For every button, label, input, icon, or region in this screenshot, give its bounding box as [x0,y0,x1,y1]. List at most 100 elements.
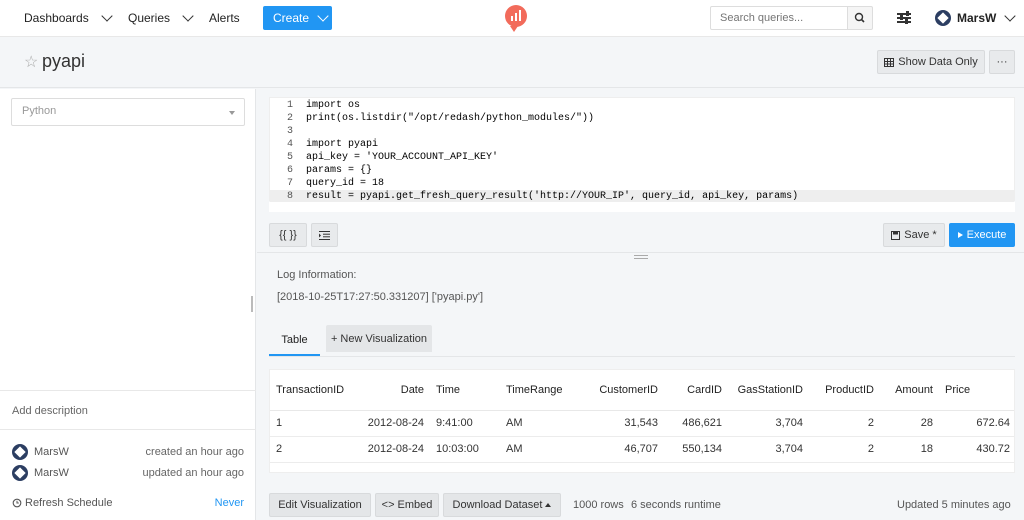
tab-new-visualization[interactable]: + New Visualization [326,325,432,352]
show-data-only-button[interactable]: Show Data Only [877,50,985,74]
settings-sliders-icon[interactable] [897,11,911,25]
table-cell: AM [500,410,584,437]
page-title[interactable]: pyapi [42,51,85,72]
create-button[interactable]: Create [263,6,332,30]
table-cell: 10:03:00 [430,436,500,463]
edit-visualization-label: Edit Visualization [278,499,362,511]
chevron-down-icon [317,10,329,22]
column-header[interactable]: GasStationID [728,370,809,411]
line-number: 3 [286,126,293,137]
data-source-select[interactable]: Python [11,98,245,126]
table-cell: 2012-08-24 [359,410,430,437]
code-line[interactable]: 7 query_id = 18 [270,177,1014,190]
table-cell: 31,543 [584,410,664,437]
column-header[interactable]: Amount [880,370,939,411]
download-dataset-button[interactable]: Download Dataset [443,493,561,517]
column-header[interactable]: Time [430,370,500,411]
nav-queries-label: Queries [128,11,171,25]
tabs-underline [269,356,1015,357]
code-text: params = {} [306,165,373,176]
table-cell: 3,704 [728,410,809,437]
refresh-schedule-label: Refresh Schedule [25,497,113,509]
refresh-schedule-value[interactable]: Never [215,497,244,509]
tab-new-visualization-label: + New Visualization [330,332,428,345]
table-cell: 486,621 [664,410,728,437]
column-header[interactable]: CardID [664,370,728,411]
format-query-button[interactable]: {{ }} [269,223,307,247]
tab-table[interactable]: Table [269,325,320,356]
search-icon [854,12,865,23]
code-text: query_id = 18 [306,178,385,189]
divider [0,390,256,391]
column-header[interactable]: TimeRange [500,370,584,411]
editor-padding [269,202,1015,212]
table-cell: 2 [809,410,880,437]
table-cell: AM [500,436,584,463]
nav-dashboards-label: Dashboards [24,11,89,25]
updated-user: MarsW [34,467,69,479]
updated-time: Updated 5 minutes ago [897,499,1011,511]
code-line[interactable]: 4 import pyapi [270,138,1014,151]
add-description-link[interactable]: Add description [12,405,88,417]
table-cell: 550,134 [664,436,728,463]
log-line: [2018-10-25T17:27:50.331207] ['pyapi.py'… [277,291,484,303]
column-header[interactable]: Price [939,370,1014,411]
user-avatar[interactable] [935,10,951,26]
nav-queries[interactable]: Queries [128,10,194,25]
table-cell: 2012-08-24 [359,436,430,463]
caret-down-icon [229,111,235,115]
chevron-down-icon [1004,10,1017,22]
user-avatar [12,465,28,481]
table-cell: 18 [880,436,939,463]
search-input[interactable] [710,6,848,30]
table-cell: 3,704 [728,436,809,463]
code-line[interactable]: 2 print(os.listdir("/opt/redash/python_mo… [270,112,1014,125]
user-menu[interactable]: MarsW [957,10,1017,25]
execute-button[interactable]: Execute [949,223,1015,247]
more-options-button[interactable]: ··· [989,50,1015,74]
edit-visualization-button[interactable]: Edit Visualization [269,493,371,517]
created-by-row: MarsW created an hour ago [12,444,244,460]
play-icon [957,232,963,238]
search-button[interactable] [847,6,873,30]
table-icon [884,57,895,67]
save-label: Save * [904,229,937,241]
user-name: MarsW [957,11,997,25]
favorite-star-icon[interactable]: ☆ [24,52,38,72]
code-line[interactable]: 1 import os [270,99,1014,112]
redash-logo-icon[interactable] [505,5,527,32]
query-title-bar: ☆ pyapi Show Data Only ··· [0,38,1024,88]
download-dataset-label: Download Dataset [452,499,543,511]
table-cell: 672.64 [939,410,1014,437]
column-header[interactable]: ProductID [809,370,880,411]
column-header[interactable]: TransactionID [270,370,359,411]
code-text: print(os.listdir("/opt/redash/python_mod… [306,113,595,124]
line-number: 2 [286,113,293,124]
code-text: api_key = 'YOUR_ACCOUNT_API_KEY' [306,152,499,163]
embed-button[interactable]: <> Embed [375,493,439,517]
table-cell: 2 [809,436,880,463]
nav-dashboards[interactable]: Dashboards [24,10,113,25]
refresh-schedule-row: Refresh Schedule Never [12,495,244,511]
ellipsis-icon: ··· [996,56,1008,68]
save-button[interactable]: Save * [883,223,945,247]
table-row: 2 2012-08-24 10:03:00 AM 46,707 550,134 3,704 2… [270,436,1014,463]
nav-alerts[interactable]: Alerts [209,11,240,25]
code-line[interactable]: 6 params = {} [270,164,1014,177]
code-icon: <> [381,499,395,511]
data-source-value: Python [22,105,57,117]
code-line[interactable]: 5 api_key = 'YOUR_ACCOUNT_API_KEY' [270,151,1014,164]
code-line[interactable]: 3 [270,125,1014,138]
code-editor[interactable]: 1 import os 2 print(os.listdir("/opt/redash… [269,97,1015,203]
table-cell: 9:41:00 [430,410,500,437]
editor-results-splitter[interactable] [257,252,1024,259]
top-navbar: Dashboards Queries Alerts Create MarsW [0,0,1024,37]
indent-button[interactable] [311,223,338,247]
table-row: 1 2012-08-24 9:41:00 AM 31,543 486,621 3,704 2 2… [270,410,1014,437]
resize-handle[interactable] [251,296,253,312]
line-number: 5 [286,152,293,163]
column-header[interactable]: CustomerID [584,370,664,411]
left-panel: Python Add description MarsW created an … [0,89,256,520]
runtime: 6 seconds runtime [631,499,721,511]
column-header[interactable]: Date [359,370,430,411]
